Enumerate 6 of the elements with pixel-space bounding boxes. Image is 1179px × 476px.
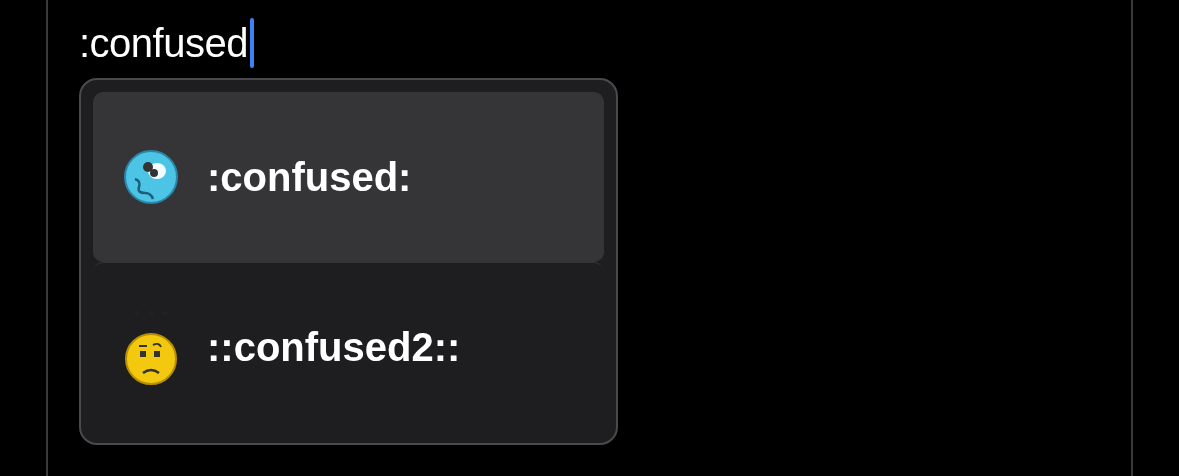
text-cursor [249,18,254,68]
dizzy-face-icon [123,148,179,205]
text-input-value[interactable]: :confused [79,23,248,63]
suggestion-label: ::confused2:: [207,323,461,371]
suggestion-label: :confused: [207,153,412,201]
suggestion-item[interactable]: :confused: [93,92,604,262]
